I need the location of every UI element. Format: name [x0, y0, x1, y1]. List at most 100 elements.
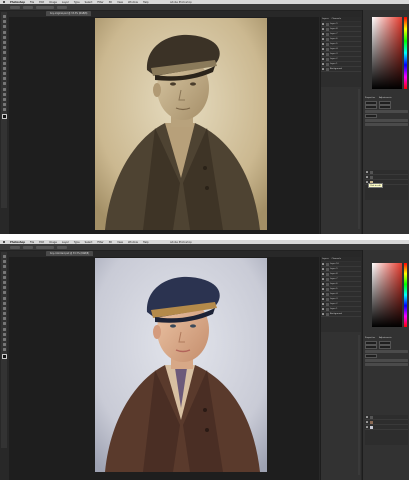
- mode-select[interactable]: [23, 5, 33, 9]
- visibility-eye-icon[interactable]: [322, 38, 324, 40]
- dodge-tool-icon[interactable]: [2, 317, 6, 321]
- visibility-eye-icon[interactable]: [322, 48, 324, 50]
- prop-field[interactable]: [365, 104, 377, 110]
- visibility-eye-icon[interactable]: [322, 23, 324, 25]
- prop-field[interactable]: [365, 353, 377, 359]
- lasso-tool-icon[interactable]: [2, 25, 6, 29]
- eyedropper-tool-icon[interactable]: [2, 40, 6, 44]
- gradient-tool-icon[interactable]: [2, 312, 6, 316]
- panel-button[interactable]: [365, 110, 408, 113]
- hue-slider[interactable]: [404, 263, 407, 327]
- opacity-field[interactable]: [36, 245, 54, 249]
- crop-tool-icon[interactable]: [2, 275, 6, 279]
- visibility-eye-icon[interactable]: [322, 293, 324, 295]
- tool-preset-picker[interactable]: [10, 5, 20, 9]
- tab-layers[interactable]: Layers: [322, 18, 329, 20]
- tab-adjustments[interactable]: Adjustments: [379, 337, 392, 339]
- color-picker-field[interactable]: [372, 263, 402, 327]
- canvas-area[interactable]: [9, 257, 319, 480]
- tab-channels[interactable]: Channels: [332, 18, 341, 20]
- visibility-eye-icon[interactable]: [322, 53, 324, 55]
- brush-tool-icon[interactable]: [2, 291, 6, 295]
- panel-scrollbar[interactable]: [358, 89, 360, 229]
- visibility-eye-icon[interactable]: [322, 268, 324, 270]
- visibility-eye-icon[interactable]: [322, 63, 324, 65]
- shape-tool-icon[interactable]: [2, 338, 6, 341]
- marquee-tool-icon[interactable]: [2, 260, 6, 264]
- flow-field[interactable]: [57, 245, 67, 249]
- move-tool-icon[interactable]: [2, 15, 6, 18]
- zoom-tool-icon[interactable]: [2, 108, 6, 112]
- visibility-eye-icon[interactable]: [322, 33, 324, 35]
- panel-button[interactable]: [365, 123, 408, 126]
- path-select-icon[interactable]: [2, 92, 6, 96]
- visibility-eye-icon[interactable]: [322, 58, 324, 60]
- visibility-eye-icon[interactable]: [322, 298, 324, 300]
- tab-channels[interactable]: Channels: [332, 258, 341, 260]
- clone-stamp-icon[interactable]: [2, 56, 6, 60]
- prop-field[interactable]: [379, 104, 391, 110]
- visibility-eye-icon[interactable]: [322, 313, 324, 315]
- panel-button[interactable]: [365, 359, 408, 362]
- visibility-eye-icon[interactable]: [322, 308, 324, 310]
- visibility-eye-icon[interactable]: [322, 283, 324, 285]
- visibility-eye-icon[interactable]: [366, 416, 368, 418]
- visibility-eye-icon[interactable]: [366, 171, 368, 173]
- mode-select[interactable]: [23, 245, 33, 249]
- crop-tool-icon[interactable]: [2, 35, 6, 39]
- opacity-field[interactable]: [36, 5, 54, 9]
- hand-tool-icon[interactable]: [2, 103, 6, 107]
- brush-tool-icon[interactable]: [2, 51, 6, 55]
- tab-properties[interactable]: Properties: [365, 97, 375, 99]
- tab-properties[interactable]: Properties: [365, 337, 375, 339]
- type-tool-icon[interactable]: [2, 327, 6, 331]
- clone-stamp-icon[interactable]: [2, 296, 6, 300]
- pen-tool-icon[interactable]: [2, 82, 6, 86]
- panel-button[interactable]: [365, 350, 408, 353]
- marquee-tool-icon[interactable]: [2, 20, 6, 24]
- visibility-eye-icon[interactable]: [322, 303, 324, 305]
- prop-field[interactable]: [379, 344, 391, 350]
- path-select-icon[interactable]: [2, 332, 6, 336]
- prop-field[interactable]: [365, 344, 377, 350]
- history-brush-icon[interactable]: [2, 301, 6, 305]
- quick-select-tool-icon[interactable]: [2, 30, 6, 34]
- history-brush-icon[interactable]: [2, 61, 6, 65]
- visibility-eye-icon[interactable]: [322, 43, 324, 45]
- tab-adjustments[interactable]: Adjustments: [379, 97, 392, 99]
- dodge-tool-icon[interactable]: [2, 77, 6, 81]
- document-tab[interactable]: boy-original.psd @ 33.3% (RGB/8): [46, 11, 92, 16]
- layer-row[interactable]: Background: [321, 67, 361, 72]
- type-tool-icon[interactable]: [2, 87, 6, 91]
- eraser-tool-icon[interactable]: [2, 306, 6, 310]
- panel-button[interactable]: [365, 119, 408, 122]
- eyedropper-tool-icon[interactable]: [2, 280, 6, 284]
- canvas-area[interactable]: [9, 17, 319, 234]
- color-picker-field[interactable]: [372, 17, 402, 89]
- visibility-eye-icon[interactable]: [322, 278, 324, 280]
- layer-row[interactable]: Background: [321, 312, 361, 317]
- tool-preset-picker[interactable]: [10, 245, 20, 249]
- healing-brush-icon[interactable]: [2, 286, 6, 290]
- panel-scrollbar[interactable]: [358, 335, 360, 475]
- hand-tool-icon[interactable]: [2, 343, 6, 347]
- visibility-eye-icon[interactable]: [366, 426, 368, 428]
- visibility-eye-icon[interactable]: [322, 68, 324, 70]
- prop-field[interactable]: [365, 113, 377, 119]
- quick-select-tool-icon[interactable]: [2, 270, 6, 274]
- foreground-color-swatch[interactable]: [1, 353, 7, 359]
- visibility-eye-icon[interactable]: [366, 176, 368, 178]
- move-tool-icon[interactable]: [2, 255, 6, 258]
- apple-icon[interactable]: [3, 1, 5, 3]
- hue-slider[interactable]: [404, 17, 407, 89]
- gradient-tool-icon[interactable]: [2, 72, 6, 76]
- visibility-eye-icon[interactable]: [322, 263, 324, 265]
- eraser-tool-icon[interactable]: [2, 66, 6, 70]
- document-tab[interactable]: boy-colorized.psd @ 33.3% (RGB/8): [46, 251, 94, 256]
- apple-icon[interactable]: [3, 241, 5, 243]
- visibility-eye-icon[interactable]: [322, 273, 324, 275]
- shape-tool-icon[interactable]: [2, 98, 6, 101]
- lasso-tool-icon[interactable]: [2, 265, 6, 269]
- pen-tool-icon[interactable]: [2, 322, 6, 326]
- flow-field[interactable]: [57, 5, 67, 9]
